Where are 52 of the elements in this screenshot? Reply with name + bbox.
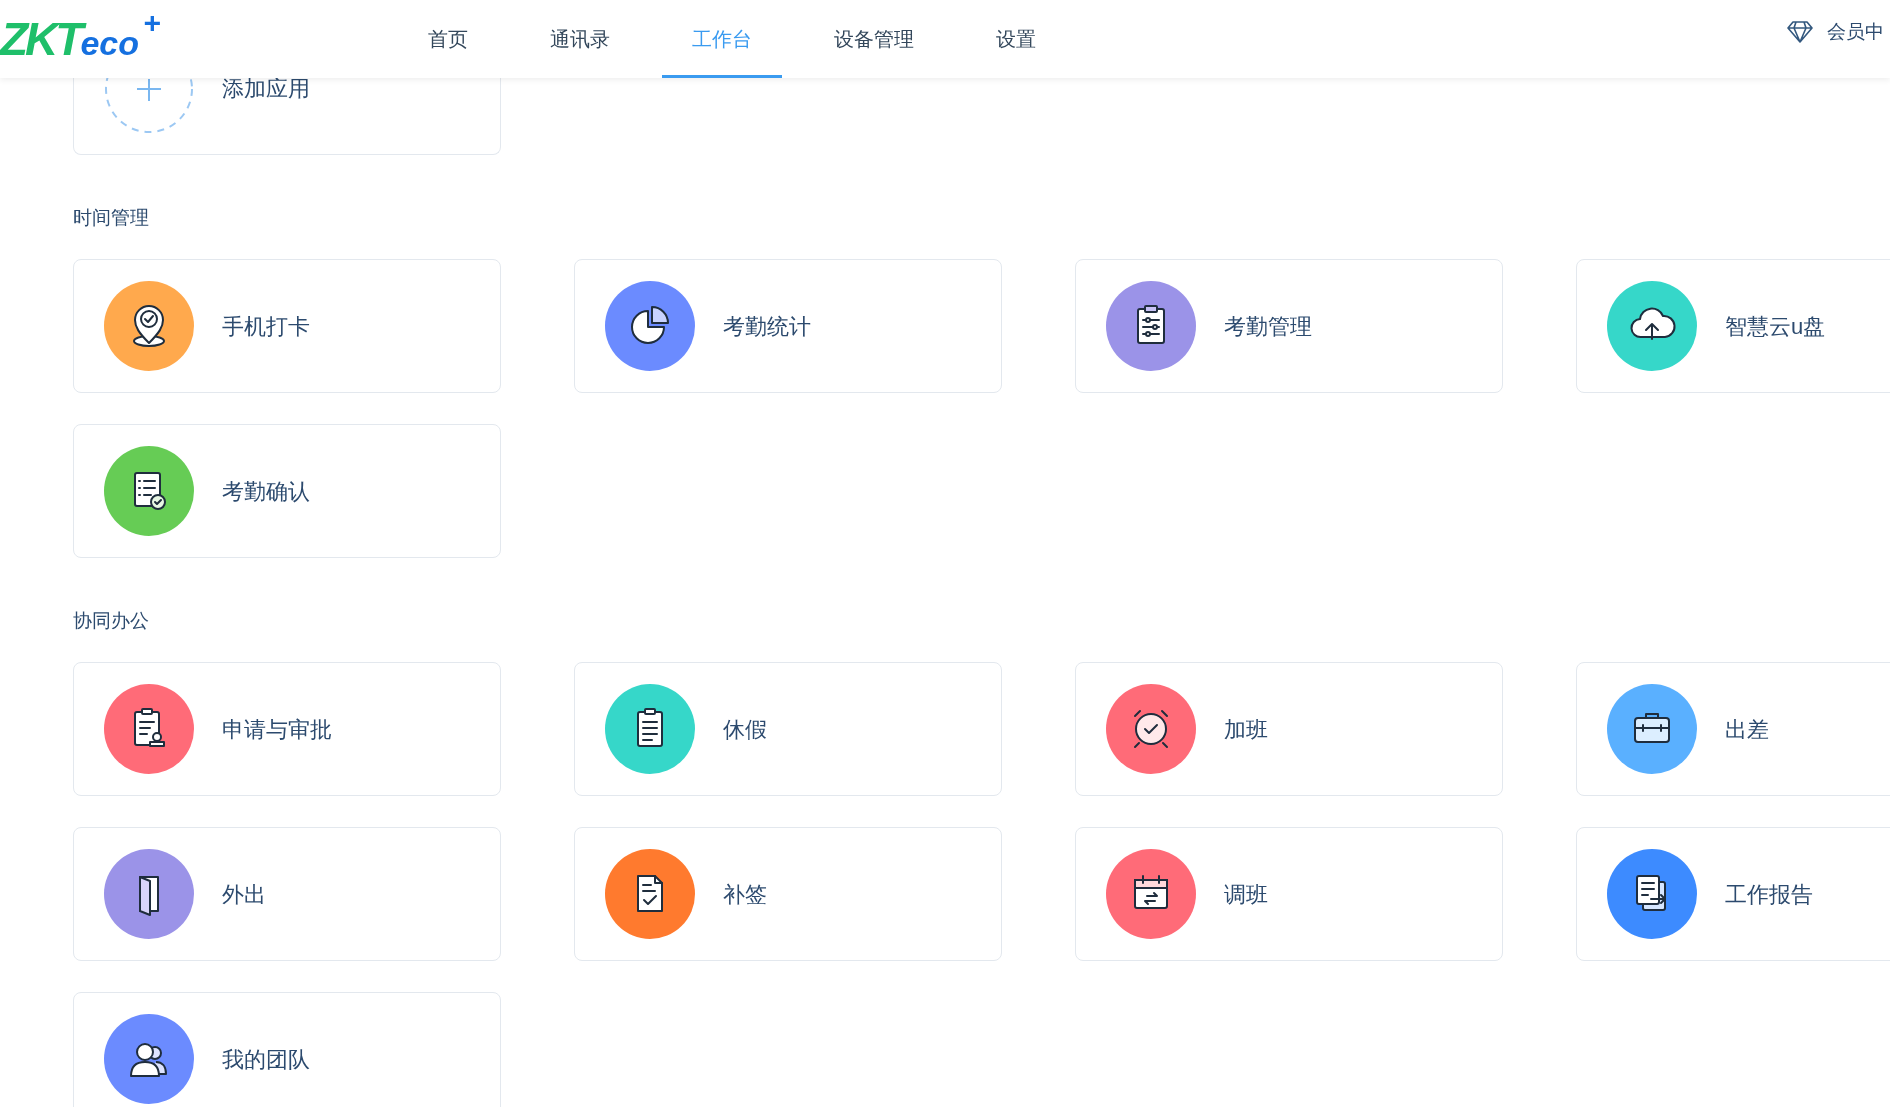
document-stamp-icon [104,684,194,774]
app-card[interactable]: 出差 [1576,662,1890,796]
app-label: 我的团队 [222,1045,310,1074]
app-card[interactable]: 加班 [1075,662,1503,796]
app-label: 智慧云u盘 [1725,312,1826,341]
document-check-icon [605,849,695,939]
app-label: 考勤管理 [1224,312,1312,341]
app-card[interactable]: 休假 [574,662,1002,796]
app-card[interactable]: 智慧云u盘 [1576,259,1890,393]
app-card[interactable]: 工作报告 [1576,827,1890,961]
diamond-icon [1787,21,1813,44]
checklist-icon [104,446,194,536]
app-label: 外出 [222,880,266,909]
section-title: 协同办公 [73,609,150,633]
alarm-clock-icon [1106,684,1196,774]
pie-chart-icon [605,281,695,371]
app-card[interactable]: 考勤确认 [73,424,501,558]
location-pin-icon [104,281,194,371]
member-center-link[interactable]: 会员中 [1827,18,1884,47]
app-label: 考勤统计 [723,312,811,341]
app-card[interactable]: 手机打卡 [73,259,501,393]
app-label: 考勤确认 [222,477,310,506]
door-icon [104,849,194,939]
nav-tab[interactable]: 设置 [965,0,1066,78]
app-label: 手机打卡 [222,312,310,341]
app-card[interactable]: 补签 [574,827,1002,961]
app-label: 补签 [723,880,767,909]
app-card[interactable]: 外出 [73,827,501,961]
nav-tab[interactable]: 通讯录 [519,0,640,78]
cloud-upload-icon [1607,281,1697,371]
app-label: 休假 [723,715,767,744]
clipboard-icon [1106,281,1196,371]
nav-tab[interactable]: 设备管理 [803,0,944,78]
app-label: 工作报告 [1725,880,1813,909]
people-icon [104,1014,194,1104]
calendar-icon [1106,849,1196,939]
add-app-label: 添加应用 [222,78,310,100]
briefcase-icon [1607,684,1697,774]
add-icon [104,78,194,134]
app-label: 加班 [1224,715,1268,744]
app-card[interactable]: 考勤统计 [574,259,1002,393]
app-card[interactable]: 申请与审批 [73,662,501,796]
app-card[interactable]: 我的团队 [73,992,501,1107]
app-label: 申请与审批 [222,715,332,744]
app-card[interactable]: 调班 [1075,827,1503,961]
section-title: 时间管理 [73,206,150,230]
app-card[interactable]: 考勤管理 [1075,259,1503,393]
app-card[interactable]: 添加应用 [73,78,501,155]
notepad-icon [605,684,695,774]
nav-tab[interactable]: 首页 [397,0,498,78]
app-label: 调班 [1224,880,1268,909]
app-label: 出差 [1725,715,1769,744]
